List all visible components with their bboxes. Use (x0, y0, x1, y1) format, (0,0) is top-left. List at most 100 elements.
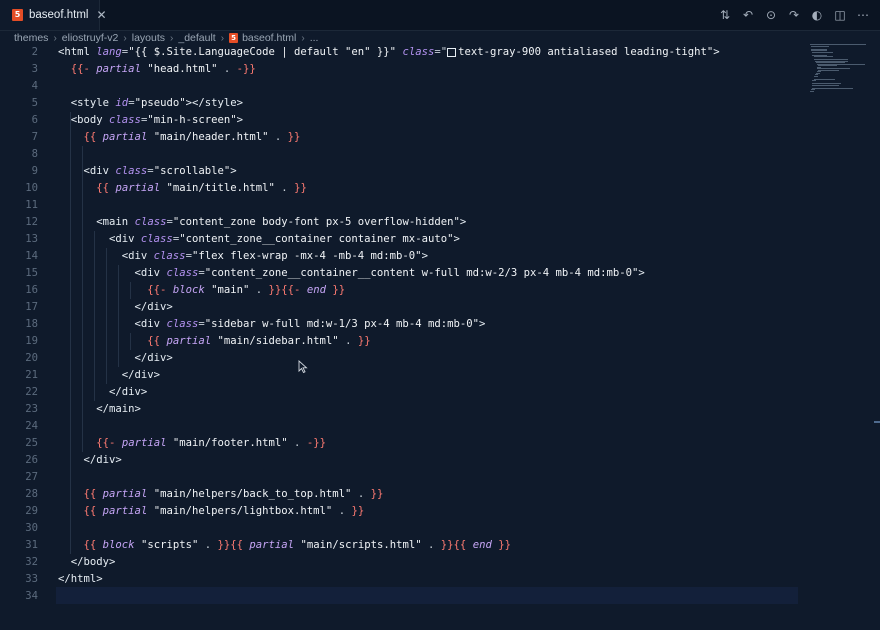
code-token: {{ (83, 131, 97, 143)
code-text: </body> (58, 554, 116, 571)
tab-baseof[interactable]: 5 baseof.html ✕ (0, 0, 107, 30)
minimap-line (812, 84, 839, 86)
source-control-icon[interactable]: ⇅ (716, 6, 734, 24)
code-token: . (268, 131, 288, 143)
code-line[interactable]: 5 <style id="pseudo"></style> (0, 95, 800, 112)
code-token: <div (83, 165, 116, 177)
line-number: 26 (25, 454, 38, 466)
code-line[interactable]: 2 <html lang="{{ $.Site.LanguageCode | de… (0, 44, 800, 61)
code-text: {{- partial "head.html" . -}} (58, 61, 256, 78)
scrollbar-marker[interactable] (874, 421, 880, 423)
code-token: {{ (96, 182, 110, 194)
go-back-icon[interactable]: ↶ (739, 6, 757, 24)
code-token: id (115, 97, 129, 109)
breadcrumb-item-themes[interactable]: themes (14, 32, 48, 44)
code-token: "scrollable" (153, 165, 231, 177)
code-line[interactable]: 3 {{- partial "head.html" . -}} (0, 61, 800, 78)
code-token: }} (287, 131, 301, 143)
indent-guide (130, 333, 131, 350)
run-icon[interactable]: ◐ (808, 6, 826, 24)
code-token: "sidebar w-full md:w-1/3 px-4 mb-4 md:mb… (204, 318, 479, 330)
code-line[interactable]: 4 (0, 78, 800, 95)
code-line[interactable]: 21 </div> (0, 367, 800, 384)
breadcrumb-item-layouts[interactable]: layouts (132, 32, 165, 44)
line-number: 15 (25, 267, 38, 279)
code-text: <div class="content_zone__container__con… (58, 265, 645, 282)
code-token: <html (58, 46, 97, 58)
code-line[interactable]: 15 <div class="content_zone__container__… (0, 265, 800, 282)
code-token: "main/scripts.html" (300, 539, 422, 551)
code-line[interactable]: 34 (0, 588, 800, 605)
code-token: class (109, 114, 141, 126)
line-number: 14 (25, 250, 38, 262)
circle-dot-icon[interactable]: ⊙ (762, 6, 780, 24)
code-line[interactable]: 24 (0, 418, 800, 435)
code-line[interactable]: 29 {{ partial "main/helpers/lightbox.htm… (0, 503, 800, 520)
code-line[interactable]: 19 {{ partial "main/sidebar.html" . }} (0, 333, 800, 350)
code-line[interactable]: 7 {{ partial "main/header.html" . }} (0, 129, 800, 146)
split-editor-icon[interactable]: ◫ (831, 6, 849, 24)
code-line[interactable]: 13 <div class="content_zone__container c… (0, 231, 800, 248)
more-icon[interactable]: ⋯ (854, 6, 872, 24)
code-line[interactable]: 6 <body class="min-h-screen"> (0, 112, 800, 129)
code-line[interactable]: 28 {{ partial "main/helpers/back_to_top.… (0, 486, 800, 503)
code-token: {{- (70, 63, 90, 75)
code-line[interactable]: 16 {{- block "main" . }}{{- end }} (0, 282, 800, 299)
code-token: =" (434, 46, 448, 58)
close-icon[interactable]: ✕ (96, 8, 106, 22)
code-token: <div (134, 318, 167, 330)
line-number: 25 (25, 437, 38, 449)
breadcrumb-item-file[interactable]: baseof.html (242, 32, 296, 44)
breadcrumb-item-symbol[interactable]: ... (310, 32, 319, 44)
code-line[interactable]: 33 </html> (0, 571, 800, 588)
minimap-line (811, 45, 829, 47)
code-token: </html> (58, 573, 103, 585)
line-number: 31 (25, 539, 38, 551)
code-line[interactable]: 18 <div class="sidebar w-full md:w-1/3 p… (0, 316, 800, 333)
code-line[interactable]: 23 </main> (0, 401, 800, 418)
code-editor[interactable]: 2 <html lang="{{ $.Site.LanguageCode | de… (0, 44, 880, 630)
mouse-cursor-icon (298, 360, 308, 374)
code-token: . (332, 505, 352, 517)
code-line[interactable]: 32 </body> (0, 554, 800, 571)
code-line[interactable]: 12 <main class="content_zone body-font p… (0, 214, 800, 231)
minimap-line (818, 65, 837, 66)
code-line[interactable]: 25 {{- partial "main/footer.html" . -}} (0, 435, 800, 452)
code-line[interactable]: 22 </div> (0, 384, 800, 401)
code-line[interactable]: 9 <div class="scrollable"> (0, 163, 800, 180)
code-token: }}{{ (217, 539, 244, 551)
code-line[interactable]: 17 </div> (0, 299, 800, 316)
minimap[interactable] (810, 44, 870, 94)
code-line[interactable]: 31 {{ block "scripts" . }}{{ partial "ma… (0, 537, 800, 554)
line-number: 21 (25, 369, 38, 381)
indent-guide (106, 248, 107, 384)
html5-icon: 5 (229, 33, 239, 43)
code-text: {{- block "main" . }}{{- end }} (58, 282, 345, 299)
code-line[interactable]: 27 (0, 469, 800, 486)
breadcrumb-item-eliostruyf[interactable]: eliostruyf-v2 (62, 32, 119, 44)
go-forward-icon[interactable]: ↷ (785, 6, 803, 24)
minimap-line (813, 56, 834, 57)
code-line[interactable]: 30 (0, 520, 800, 537)
code-text: {{- partial "main/footer.html" . -}} (58, 435, 326, 452)
code-line[interactable]: 14 <div class="flex flex-wrap -mx-4 -mb-… (0, 248, 800, 265)
code-text: <div class="flex flex-wrap -mx-4 -mb-4 m… (58, 248, 428, 265)
line-number: 32 (25, 556, 38, 568)
code-line[interactable]: 10 {{ partial "main/title.html" . }} (0, 180, 800, 197)
code-token: block (172, 284, 205, 296)
code-token: partial (102, 131, 148, 143)
breadcrumb-item-default[interactable]: _default (178, 32, 215, 44)
code-line[interactable]: 11 (0, 197, 800, 214)
minimap-line (812, 87, 853, 89)
code-text: <div class="scrollable"> (58, 163, 237, 180)
code-line[interactable]: 26 </div> (0, 452, 800, 469)
code-line[interactable]: 20 </div> (0, 350, 800, 367)
code-token: {{ (83, 488, 97, 500)
code-text: {{ partial "main/helpers/back_to_top.htm… (58, 486, 384, 503)
code-line[interactable]: 8 (0, 146, 800, 163)
